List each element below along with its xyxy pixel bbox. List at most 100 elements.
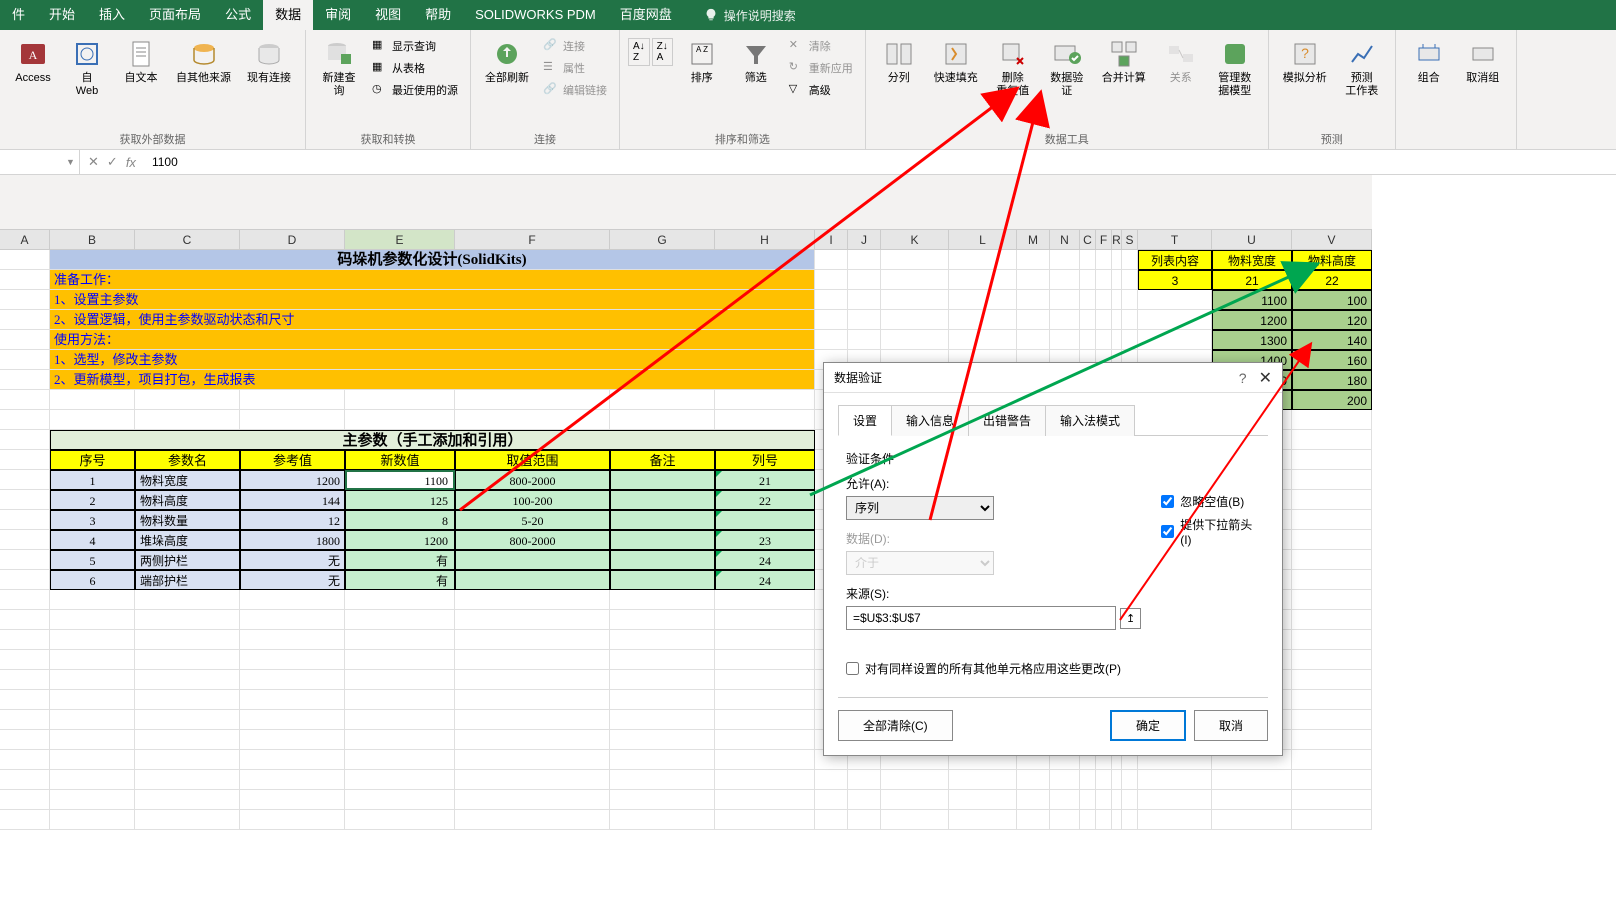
instruction-text[interactable]: 2、设置逻辑，使用主参数驱动状态和尺寸 <box>50 310 815 330</box>
tab-ime-mode[interactable]: 输入法模式 <box>1045 405 1135 436</box>
namebox-dropdown-icon[interactable]: ▼ <box>66 157 75 167</box>
cell[interactable] <box>0 470 50 490</box>
source-input[interactable] <box>846 606 1116 630</box>
ribbon-btn-refreshall[interactable]: 全部刷新 <box>479 34 535 130</box>
cell[interactable] <box>1112 290 1122 310</box>
ok-button[interactable]: 确定 <box>1110 710 1186 741</box>
cell[interactable] <box>1122 250 1138 270</box>
cell[interactable] <box>1292 710 1372 730</box>
cell[interactable] <box>610 810 715 830</box>
cell[interactable] <box>0 610 50 630</box>
ribbon-btn-sort[interactable]: A Z 排序 <box>677 34 727 130</box>
ribbon-btn-advanced[interactable]: ▽高级 <box>785 80 857 100</box>
cell[interactable] <box>50 630 135 650</box>
cell[interactable] <box>881 310 949 330</box>
cell[interactable] <box>848 810 881 830</box>
cell[interactable]: 备注 <box>610 450 715 470</box>
cell[interactable]: 125 <box>345 490 455 510</box>
cell[interactable] <box>1096 330 1112 350</box>
cell[interactable] <box>1292 570 1372 590</box>
cell[interactable] <box>949 270 1017 290</box>
instruction-text[interactable]: 1、设置主参数 <box>50 290 815 310</box>
cell[interactable]: 有 <box>345 570 455 590</box>
dialog-close-button[interactable]: ✕ <box>1259 368 1272 388</box>
main-param-header[interactable]: 主参数（手工添加和引用） <box>50 430 815 450</box>
col-header-l[interactable]: L <box>949 230 1017 250</box>
cell[interactable]: 堆垛高度 <box>135 530 240 550</box>
cell[interactable] <box>0 270 50 290</box>
ribbon-btn-fromtable[interactable]: ▦从表格 <box>368 58 462 78</box>
cell[interactable]: 3 <box>1138 270 1212 290</box>
cell[interactable]: 1100 <box>1212 290 1292 310</box>
cell[interactable] <box>949 290 1017 310</box>
cell[interactable]: 无 <box>240 550 345 570</box>
menu-item-file[interactable]: 件 <box>0 0 37 30</box>
cell[interactable] <box>1292 690 1372 710</box>
cell[interactable] <box>1292 510 1372 530</box>
cell[interactable] <box>455 550 610 570</box>
cell[interactable] <box>949 790 1017 810</box>
cell[interactable] <box>1292 530 1372 550</box>
cell[interactable]: 23 <box>715 530 815 550</box>
cell[interactable] <box>345 710 455 730</box>
cell[interactable] <box>50 390 135 410</box>
cell[interactable] <box>50 790 135 810</box>
dropdown-enable-checkbox[interactable] <box>1161 525 1174 538</box>
cell[interactable] <box>715 650 815 670</box>
cell[interactable] <box>455 590 610 610</box>
cell[interactable] <box>715 590 815 610</box>
cell[interactable] <box>1112 270 1122 290</box>
cell[interactable]: 物料宽度 <box>135 470 240 490</box>
cell[interactable] <box>455 570 610 590</box>
cell[interactable] <box>1112 770 1122 790</box>
cell[interactable] <box>1138 770 1212 790</box>
cell[interactable] <box>135 410 240 430</box>
cell[interactable] <box>815 790 848 810</box>
cell[interactable] <box>715 510 815 530</box>
menu-item-pagelayout[interactable]: 页面布局 <box>137 0 213 30</box>
col-header-n[interactable]: N <box>1050 230 1080 250</box>
cell[interactable] <box>0 810 50 830</box>
cell[interactable] <box>135 630 240 650</box>
cell[interactable]: 端部护栏 <box>135 570 240 590</box>
cell[interactable] <box>1292 470 1372 490</box>
dialog-help-button[interactable]: ? <box>1239 370 1247 386</box>
cell[interactable] <box>240 690 345 710</box>
col-header-c[interactable]: C <box>135 230 240 250</box>
ribbon-btn-newquery[interactable]: 新建查 询 <box>314 34 364 130</box>
col-header-a[interactable]: A <box>0 230 50 250</box>
cell[interactable] <box>1050 290 1080 310</box>
cell[interactable] <box>715 670 815 690</box>
cell[interactable] <box>1292 410 1372 430</box>
cell[interactable] <box>1080 770 1096 790</box>
cell[interactable] <box>135 650 240 670</box>
cell[interactable] <box>135 750 240 770</box>
cell[interactable]: 12 <box>240 510 345 530</box>
cell[interactable] <box>1112 810 1122 830</box>
cell[interactable] <box>1212 810 1292 830</box>
cell[interactable] <box>455 410 610 430</box>
cell[interactable]: 100-200 <box>455 490 610 510</box>
cell[interactable] <box>1096 250 1112 270</box>
ribbon-btn-reapply[interactable]: ↻重新应用 <box>785 58 857 78</box>
col-header-e[interactable]: E <box>345 230 455 250</box>
cell[interactable] <box>135 790 240 810</box>
cell[interactable] <box>0 590 50 610</box>
cell[interactable] <box>240 630 345 650</box>
cell[interactable] <box>1292 590 1372 610</box>
col-header-h[interactable]: H <box>715 230 815 250</box>
cell[interactable] <box>50 810 135 830</box>
cell[interactable] <box>715 410 815 430</box>
ribbon-btn-forecast[interactable]: 预测 工作表 <box>1337 34 1387 130</box>
cell[interactable] <box>881 770 949 790</box>
cell[interactable] <box>50 730 135 750</box>
enter-formula-icon[interactable]: ✓ <box>107 154 118 170</box>
cell[interactable]: 1200 <box>240 470 345 490</box>
range-picker-icon[interactable]: ↥ <box>1120 608 1141 629</box>
cell[interactable] <box>610 670 715 690</box>
menu-item-home[interactable]: 开始 <box>37 0 87 30</box>
cell[interactable] <box>0 790 50 810</box>
cell[interactable] <box>1017 790 1050 810</box>
cell[interactable] <box>135 670 240 690</box>
cell[interactable] <box>949 810 1017 830</box>
